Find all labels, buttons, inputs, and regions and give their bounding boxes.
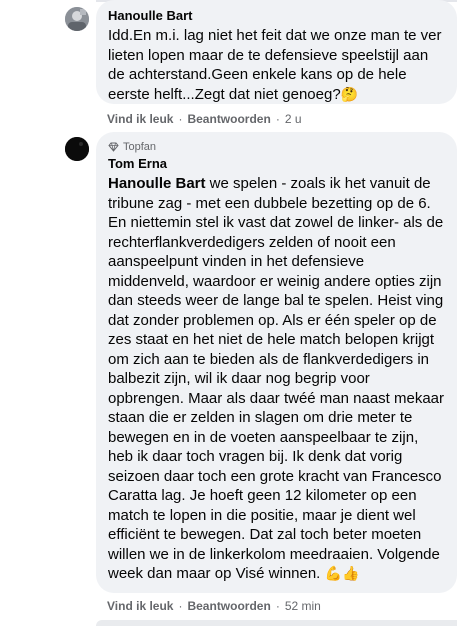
separator: · — [275, 599, 280, 613]
like-button[interactable]: Vind ik leuk — [107, 598, 173, 614]
comment-body: we spelen - zoals ik het vanuit de tribu… — [108, 175, 445, 582]
comment-timestamp[interactable]: 2 u — [285, 111, 302, 127]
comment-text: Idd.En m.i. lag niet het feit dat we onz… — [108, 26, 445, 104]
diamond-icon — [108, 142, 119, 152]
comment-timestamp[interactable]: 52 min — [285, 598, 321, 614]
mention-link[interactable]: Hanoulle Bart — [108, 175, 206, 192]
next-comment-edge — [96, 620, 457, 626]
flexed-biceps-thumbs-up-emoji: 💪👍 — [324, 565, 360, 581]
comment-text: Hanoulle Bart we spelen - zoals ik het v… — [108, 174, 445, 584]
comment-body: Idd.En m.i. lag niet het feit dat we onz… — [108, 27, 442, 103]
comment-bubble: Hanoulle Bart Idd.En m.i. lag niet het f… — [96, 0, 457, 104]
comment-author[interactable]: Tom Erna — [108, 156, 445, 172]
reply-button[interactable]: Beantwoorden — [187, 111, 270, 127]
avatar[interactable] — [65, 137, 89, 161]
separator: · — [178, 599, 183, 613]
separator: · — [275, 112, 280, 126]
comment-author[interactable]: Hanoulle Bart — [108, 8, 445, 24]
topfan-badge: Topfan — [108, 140, 445, 154]
separator: · — [178, 112, 183, 126]
avatar[interactable] — [65, 7, 89, 31]
avatar-photo-icon — [65, 137, 89, 161]
comment-actions: Vind ik leuk · Beantwoorden · 2 u — [107, 111, 302, 127]
reply-button[interactable]: Beantwoorden — [187, 598, 270, 614]
thinking-emoji: 🤔 — [340, 85, 359, 102]
comment-bubble: Topfan Tom Erna Hanoulle Bart we spelen … — [96, 132, 457, 593]
avatar-photo-icon — [65, 7, 89, 31]
badge-label: Topfan — [123, 141, 157, 153]
comment-actions: Vind ik leuk · Beantwoorden · 52 min — [107, 598, 321, 614]
like-button[interactable]: Vind ik leuk — [107, 111, 173, 127]
